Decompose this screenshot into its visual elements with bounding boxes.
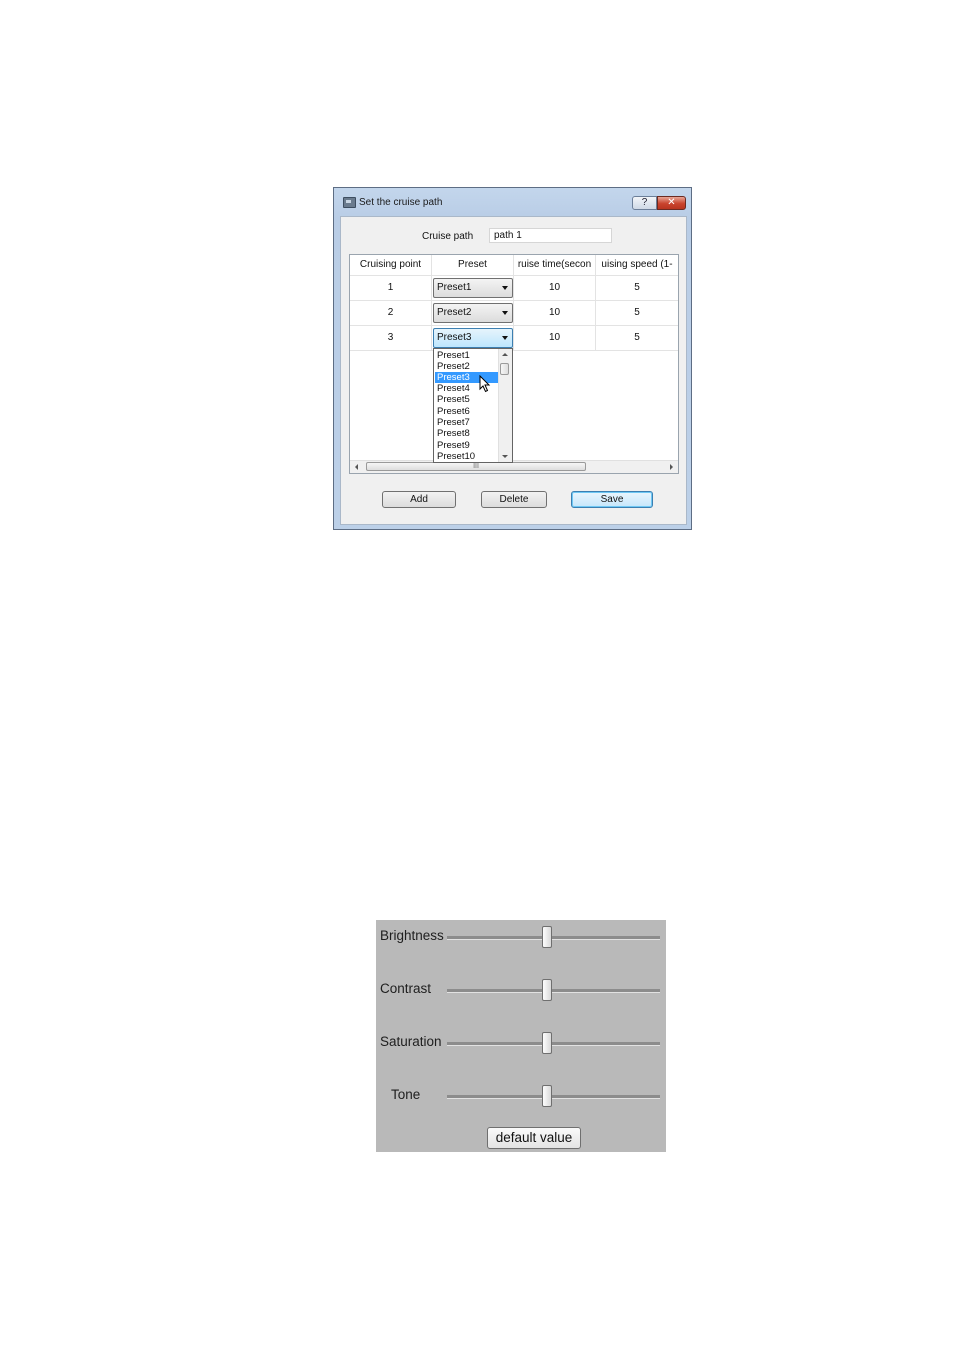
saturation-slider-handle[interactable] [542, 1032, 552, 1054]
dropdown-option[interactable]: Preset6 [435, 406, 499, 417]
preset-dropdown-list: Preset1 Preset2 Preset3 Preset4 Preset5 … [433, 348, 513, 463]
table-row[interactable]: 1 Preset1 10 5 [350, 276, 678, 301]
cell-cruising-speed[interactable]: 5 [596, 301, 678, 325]
tone-slider-row: Tone [376, 1083, 666, 1107]
preset-select[interactable]: Preset2 [433, 303, 513, 323]
cell-cruising-point: 2 [350, 301, 432, 325]
contrast-slider-row: Contrast [376, 977, 666, 1001]
horizontal-scroll-thumb[interactable]: III [366, 462, 586, 471]
scroll-down-arrow-icon[interactable] [502, 455, 508, 458]
table-header: Cruising point Preset ruise time(secon u… [350, 255, 678, 276]
app-icon [343, 197, 356, 208]
cell-cruise-time[interactable]: 10 [514, 326, 596, 350]
dropdown-option[interactable]: Preset2 [435, 361, 499, 372]
tone-slider-track[interactable] [447, 1085, 660, 1107]
scroll-left-arrow-icon[interactable] [355, 464, 358, 470]
add-button[interactable]: Add [382, 491, 456, 508]
dropdown-arrow-icon [502, 336, 508, 340]
table-horizontal-scrollbar[interactable]: III [350, 460, 678, 473]
tone-label: Tone [391, 1087, 421, 1102]
image-settings-panel: Brightness Contrast Saturation Tone defa… [376, 920, 666, 1152]
preset-select[interactable]: Preset1 [433, 278, 513, 298]
mouse-pointer-icon [479, 375, 491, 393]
cruise-path-dialog: Set the cruise path ? ✕ Cruise path path… [333, 187, 692, 530]
delete-button[interactable]: Delete [481, 491, 547, 508]
brightness-label: Brightness [380, 928, 444, 943]
dropdown-scrollbar[interactable] [498, 349, 512, 462]
cell-cruise-time[interactable]: 10 [514, 301, 596, 325]
dropdown-option[interactable]: Preset10 [435, 451, 499, 462]
preset-select-value: Preset1 [437, 282, 472, 293]
dropdown-arrow-icon [502, 286, 508, 290]
dialog-client-area: Cruise path path 1 Cruising point Preset… [340, 216, 687, 525]
dropdown-arrow-icon [502, 311, 508, 315]
dropdown-option[interactable]: Preset5 [435, 394, 499, 405]
contrast-slider-track[interactable] [447, 979, 660, 1001]
cell-cruising-speed[interactable]: 5 [596, 276, 678, 300]
table-row[interactable]: 3 Preset3 10 5 [350, 326, 678, 351]
close-button[interactable]: ✕ [657, 196, 686, 210]
cruise-points-table: Cruising point Preset ruise time(secon u… [349, 254, 679, 474]
saturation-slider-row: Saturation [376, 1030, 666, 1054]
preset-select-open[interactable]: Preset3 [433, 328, 513, 348]
save-button[interactable]: Save [571, 491, 653, 508]
contrast-slider-handle[interactable] [542, 979, 552, 1001]
scroll-up-arrow-icon[interactable] [502, 353, 508, 356]
preset-select-value: Preset3 [437, 332, 472, 343]
saturation-slider-track[interactable] [447, 1032, 660, 1054]
cruise-path-input[interactable]: path 1 [489, 228, 612, 243]
dialog-titlebar[interactable]: Set the cruise path ? ✕ [334, 188, 691, 216]
column-header-cruise-time[interactable]: ruise time(secon [514, 255, 596, 275]
cell-cruising-speed[interactable]: 5 [596, 326, 678, 350]
preset-select-value: Preset2 [437, 307, 472, 318]
column-header-cruising-point[interactable]: Cruising point [350, 255, 432, 275]
default-value-button[interactable]: default value [487, 1127, 581, 1149]
tone-slider-handle[interactable] [542, 1085, 552, 1107]
saturation-label: Saturation [380, 1034, 442, 1049]
table-row[interactable]: 2 Preset2 10 5 [350, 301, 678, 326]
column-header-preset[interactable]: Preset [432, 255, 514, 275]
dropdown-option[interactable]: Preset7 [435, 417, 499, 428]
dialog-title: Set the cruise path [359, 197, 443, 208]
brightness-slider-handle[interactable] [542, 926, 552, 948]
dropdown-scroll-thumb[interactable] [500, 363, 509, 375]
contrast-label: Contrast [380, 981, 432, 996]
cell-cruising-point: 1 [350, 276, 432, 300]
cell-cruise-time[interactable]: 10 [514, 276, 596, 300]
scroll-right-arrow-icon[interactable] [670, 464, 673, 470]
dropdown-option[interactable]: Preset9 [435, 440, 499, 451]
dropdown-option[interactable]: Preset1 [435, 350, 499, 361]
brightness-slider-track[interactable] [447, 926, 660, 948]
dropdown-option[interactable]: Preset8 [435, 428, 499, 439]
brightness-slider-row: Brightness [376, 924, 666, 948]
column-header-cruising-speed[interactable]: uising speed (1- [596, 255, 678, 275]
help-button[interactable]: ? [632, 196, 657, 210]
cell-cruising-point: 3 [350, 326, 432, 350]
cruise-path-label: Cruise path [422, 231, 474, 242]
